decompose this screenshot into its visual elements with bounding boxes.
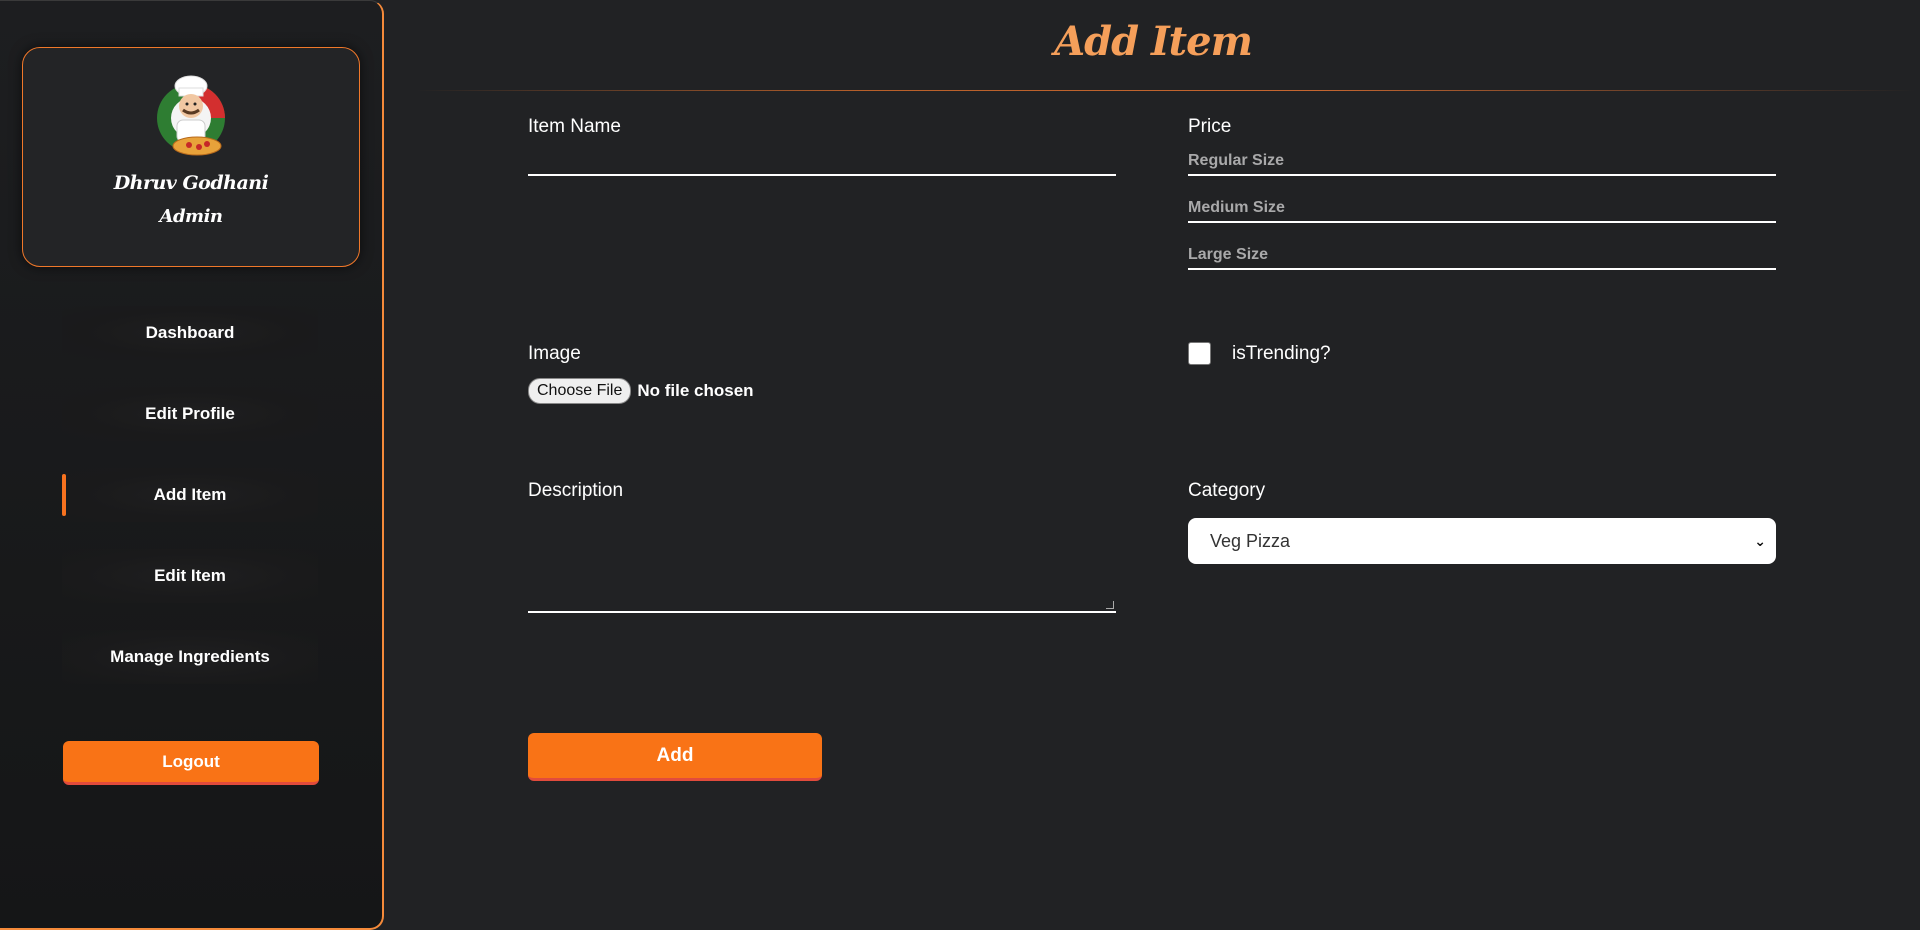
sidebar-item-edit-item[interactable]: Edit Item [62,549,318,603]
category-label: Category [1188,480,1266,501]
chef-avatar [143,68,239,164]
description-textarea[interactable] [528,512,1116,613]
main-content: Add Item Item Name Price Image Choose Fi… [386,0,1920,930]
file-status-text: No file chosen [637,381,754,400]
sidebar-item-manage-ingredients[interactable]: Manage Ingredients [62,630,318,684]
is-trending-label: isTrending? [1232,343,1331,364]
page-title: Add Item [1054,18,1253,65]
resize-handle-icon[interactable] [1106,601,1114,609]
profile-card: Dhruv Godhani Admin [22,47,360,267]
sidebar-item-dashboard[interactable]: Dashboard [62,306,318,360]
category-select[interactable]: Veg Pizza ⌄ [1188,518,1776,564]
title-divider [416,90,1916,91]
sidebar-nav: Dashboard Edit Profile Add Item Edit Ite… [62,306,318,711]
is-trending-checkbox[interactable] [1188,342,1211,365]
sidebar-item-add-item[interactable]: Add Item [62,468,318,522]
sidebar: Dhruv Godhani Admin Dashboard Edit Profi… [0,0,384,930]
chevron-down-icon: ⌄ [1754,532,1766,549]
logout-button[interactable]: Logout [63,741,319,785]
image-label: Image [528,343,581,364]
item-name-label: Item Name [528,116,621,137]
medium-size-price-input[interactable] [1188,195,1776,223]
add-item-button[interactable]: Add [528,733,822,781]
price-label: Price [1188,116,1232,137]
large-size-price-input[interactable] [1188,242,1776,270]
profile-role: Admin [159,206,223,227]
sidebar-item-edit-profile[interactable]: Edit Profile [62,387,318,441]
profile-name: Dhruv Godhani [113,172,269,194]
regular-size-price-input[interactable] [1188,148,1776,176]
item-name-input[interactable] [528,148,1116,176]
choose-file-button[interactable]: Choose File [528,378,632,404]
admin-app: Dhruv Godhani Admin Dashboard Edit Profi… [0,0,1920,930]
category-selected-value: Veg Pizza [1210,530,1291,551]
image-file-input: Choose File No file chosen [528,378,754,404]
description-label: Description [528,480,624,501]
